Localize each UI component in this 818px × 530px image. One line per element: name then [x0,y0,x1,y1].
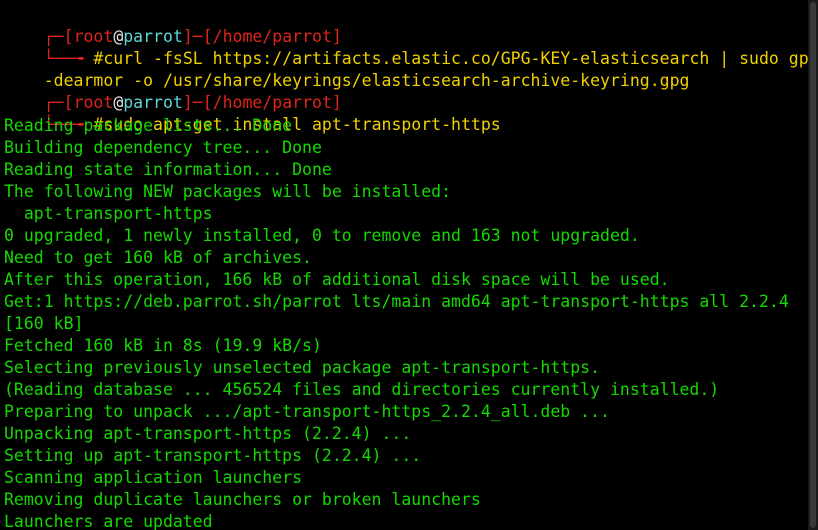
output-line: Need to get 160 kB of archives. [4,248,312,267]
output-line: Removing duplicate launchers or broken l… [4,490,481,509]
prompt-header-1: ┌─[root@parrot]─[/home/parrot] [4,4,342,46]
output-line: Building dependency tree... Done [4,138,322,157]
command-line-1-wrap: -dearmor -o /usr/share/keyrings/elastics… [4,48,690,90]
scrollbar-thumb[interactable] [810,2,816,528]
command-line-2: └──╼ #sudo apt-get install apt-transport… [4,92,501,134]
terminal-window[interactable]: ┌─[root@parrot]─[/home/parrot] └──╼ #cur… [0,0,808,530]
command-line-1: └──╼ #curl -fsSL https://artifacts.elast… [4,26,808,68]
output-line: Setting up apt-transport-https (2.2.4) .… [4,446,422,465]
output-line: Scanning application launchers [4,468,303,487]
output-line: Unpacking apt-transport-https (2.2.4) ..… [4,424,412,443]
output-line: (Reading database ... 456524 files and d… [4,380,720,399]
output-line: The following NEW packages will be insta… [4,182,452,201]
output-line: 0 upgraded, 1 newly installed, 0 to remo… [4,226,640,245]
prompt-header-2: ┌─[root@parrot]─[/home/parrot] [4,70,342,112]
output-line: [160 kB] [4,314,84,333]
output-line: Preparing to unpack .../apt-transport-ht… [4,402,610,421]
vertical-scrollbar[interactable] [808,0,818,530]
output-line: Reading package lists... Done [4,116,293,135]
output-line: Fetched 160 kB in 8s (19.9 kB/s) [4,336,322,355]
output-line: Reading state information... Done [4,160,332,179]
output-line: Get:1 https://deb.parrot.sh/parrot lts/m… [4,292,789,311]
output-line: Selecting previously unselected package … [4,358,601,377]
output-line: apt-transport-https [4,204,213,223]
output-line: After this operation, 166 kB of addition… [4,270,670,289]
output-line: Launchers are updated [4,512,213,530]
